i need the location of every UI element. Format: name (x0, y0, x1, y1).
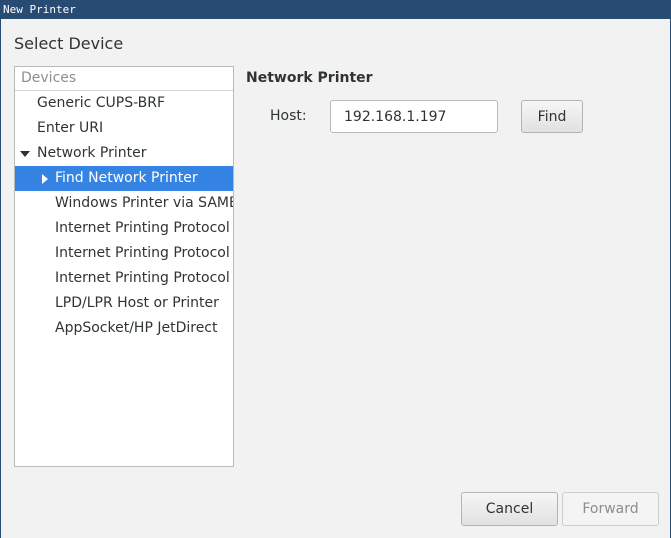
device-item-label: Windows Printer via SAMBA (55, 195, 234, 211)
devices-column-header: Devices (15, 67, 233, 91)
device-list[interactable]: Devices Generic CUPS-BRF Enter URI Netwo… (14, 66, 234, 467)
device-item-label: Find Network Printer (55, 170, 198, 186)
device-item-network-printer[interactable]: Network Printer (15, 141, 233, 166)
page-title: Select Device (14, 34, 124, 53)
device-item-label: Internet Printing Protocol (ipp) (55, 220, 233, 236)
device-item-label: Internet Printing Protocol (ipps) (55, 245, 233, 261)
cancel-button[interactable]: Cancel (461, 492, 558, 526)
device-item-lpd-lpr[interactable]: LPD/LPR Host or Printer (15, 291, 233, 316)
device-item-ipp[interactable]: Internet Printing Protocol (ipp) (15, 216, 233, 241)
device-item-label: Internet Printing Protocol (https) (55, 270, 233, 286)
device-item-enter-uri[interactable]: Enter URI (15, 116, 233, 141)
device-item-label: Generic CUPS-BRF (37, 95, 166, 111)
host-label: Host: (270, 108, 307, 124)
device-item-ipps[interactable]: Internet Printing Protocol (ipps) (15, 241, 233, 266)
find-button[interactable]: Find (521, 100, 583, 133)
device-item-appsocket[interactable]: AppSocket/HP JetDirect (15, 316, 233, 341)
device-item-generic-cups-brf[interactable]: Generic CUPS-BRF (15, 91, 233, 116)
forward-button[interactable]: Forward (562, 492, 659, 526)
device-item-label: LPD/LPR Host or Printer (55, 295, 219, 311)
expander-down-icon[interactable] (19, 141, 31, 166)
new-printer-dialog: Select Device Devices Generic CUPS-BRF E… (0, 19, 671, 538)
device-item-label: AppSocket/HP JetDirect (55, 320, 218, 336)
device-item-https[interactable]: Internet Printing Protocol (https) (15, 266, 233, 291)
device-item-label: Network Printer (37, 145, 147, 161)
device-item-find-network-printer[interactable]: Find Network Printer (15, 166, 233, 191)
device-item-label: Enter URI (37, 120, 104, 136)
section-title: Network Printer (246, 70, 373, 86)
host-input[interactable] (330, 100, 498, 133)
device-item-windows-samba[interactable]: Windows Printer via SAMBA (15, 191, 233, 216)
window-title: New Printer (0, 0, 671, 19)
expander-right-icon[interactable] (39, 166, 51, 191)
